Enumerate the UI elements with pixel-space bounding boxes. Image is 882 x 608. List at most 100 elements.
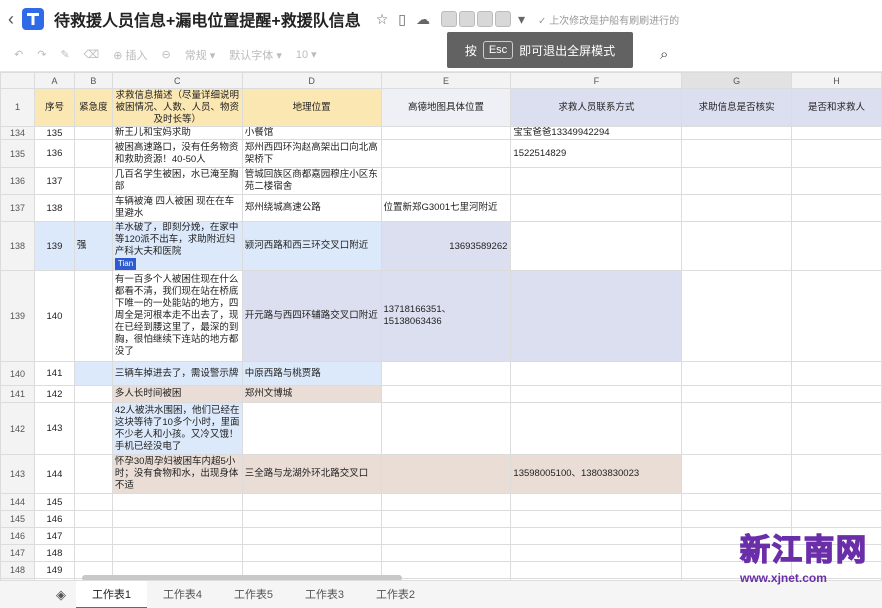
- tab-sheet4[interactable]: 工作表4: [147, 581, 218, 608]
- cell-contacted[interactable]: [791, 454, 882, 494]
- row-number[interactable]: 138: [0, 221, 35, 271]
- collaborator-avatars[interactable]: ▾: [440, 11, 530, 28]
- cell-seq[interactable]: 137: [33, 167, 75, 195]
- cell[interactable]: [510, 527, 683, 545]
- undo-icon[interactable]: ↶: [14, 48, 23, 61]
- cell-seq[interactable]: 145: [33, 493, 75, 511]
- cell[interactable]: [73, 510, 113, 528]
- row-number[interactable]: 142: [0, 402, 35, 455]
- row-number[interactable]: 139: [0, 270, 35, 362]
- cell[interactable]: [510, 493, 683, 511]
- cell-seq[interactable]: 147: [33, 527, 75, 545]
- cell[interactable]: [380, 510, 512, 528]
- cell-seq[interactable]: 149: [33, 561, 75, 579]
- cell-urgency[interactable]: 强: [73, 221, 113, 271]
- cell-seq[interactable]: 139: [33, 221, 75, 271]
- cell-contacted[interactable]: [791, 194, 882, 222]
- cell-map-location[interactable]: [380, 402, 512, 455]
- cell-seq[interactable]: 141: [33, 361, 75, 386]
- avatar[interactable]: [476, 11, 493, 27]
- cell-verified[interactable]: [681, 270, 793, 362]
- cell-seq[interactable]: 138: [33, 194, 75, 222]
- tab-sheet5[interactable]: 工作表5: [218, 581, 289, 608]
- clear-format-icon[interactable]: ⌫: [84, 48, 100, 61]
- cell[interactable]: [681, 493, 793, 511]
- cell[interactable]: [73, 527, 113, 545]
- cell-verified[interactable]: [681, 126, 793, 140]
- insert-button[interactable]: ⊕ 插入: [113, 47, 147, 63]
- cell-contacted[interactable]: [791, 361, 882, 386]
- cell-urgency[interactable]: [73, 167, 113, 195]
- cell[interactable]: [510, 544, 683, 562]
- cell-seq[interactable]: 144: [33, 454, 75, 494]
- cell-description[interactable]: 羊水破了，即刻分娩，在家中等120派不出车，求助附近妇产科大夫和医院 Tian: [111, 221, 243, 271]
- avatar[interactable]: [458, 11, 475, 27]
- star-icon[interactable]: ☆: [376, 11, 389, 28]
- header-cell-location[interactable]: 地理位置: [241, 88, 382, 127]
- document-info-icon[interactable]: ▯: [398, 11, 406, 28]
- row-number[interactable]: 134: [0, 126, 35, 140]
- header-cell-contact[interactable]: 求救人员联系方式: [510, 88, 683, 127]
- cell[interactable]: [241, 544, 382, 562]
- delete-icon[interactable]: ⊖: [162, 48, 171, 61]
- cell-location[interactable]: 郑州西四环沟赵高架出口向北高架桥下: [241, 139, 382, 168]
- column-header[interactable]: C: [111, 72, 243, 89]
- cell-verified[interactable]: [681, 194, 793, 222]
- cell[interactable]: [380, 527, 512, 545]
- cell[interactable]: [791, 493, 882, 511]
- cell-urgency[interactable]: [73, 126, 113, 140]
- row-number[interactable]: 136: [0, 167, 35, 195]
- number-format-select[interactable]: 常规 ▾: [185, 47, 216, 63]
- cell-location[interactable]: 郑州文博城: [241, 385, 382, 403]
- cell-location[interactable]: 三全路与龙湖外环北路交叉口: [241, 454, 382, 494]
- cell-seq[interactable]: 146: [33, 510, 75, 528]
- cell-map-location[interactable]: [380, 139, 512, 168]
- cell-seq[interactable]: 143: [33, 402, 75, 455]
- cell-description[interactable]: 怀孕30周孕妇被困车内超5小时；没有食物和水，出现身体不适: [111, 454, 243, 494]
- row-number[interactable]: 146: [0, 527, 35, 545]
- cell-contacted[interactable]: [791, 270, 882, 362]
- column-header[interactable]: H: [791, 72, 882, 89]
- header-cell-verified[interactable]: 求助信息是否核实: [681, 88, 793, 127]
- cell-location[interactable]: 中原西路与桃贾路: [241, 361, 382, 386]
- cell-map-location[interactable]: [380, 454, 512, 494]
- cell[interactable]: [111, 493, 243, 511]
- row-number[interactable]: 145: [0, 510, 35, 528]
- cell-contact[interactable]: [510, 385, 683, 403]
- cell[interactable]: [111, 544, 243, 562]
- cell[interactable]: [73, 493, 113, 511]
- chevron-down-icon[interactable]: ▾: [518, 11, 525, 28]
- cell-map-location[interactable]: [380, 385, 512, 403]
- cell-contact[interactable]: [510, 167, 683, 195]
- cell[interactable]: [510, 510, 683, 528]
- cell-contacted[interactable]: [791, 126, 882, 140]
- row-number[interactable]: 147: [0, 544, 35, 562]
- header-cell-map-location[interactable]: 高德地图具体位置: [380, 88, 512, 127]
- column-header[interactable]: D: [241, 72, 382, 89]
- cloud-status-icon[interactable]: ☁: [416, 11, 430, 28]
- cell-location[interactable]: [241, 402, 382, 455]
- cell-contacted[interactable]: [791, 221, 882, 271]
- cell-seq[interactable]: 135: [33, 126, 75, 140]
- tab-sheet1[interactable]: 工作表1: [76, 580, 147, 608]
- column-header[interactable]: F: [510, 72, 683, 89]
- cell-seq[interactable]: 140: [33, 270, 75, 362]
- font-select[interactable]: 默认字体 ▾: [229, 47, 282, 63]
- sheet-grid[interactable]: A B C D E F G H 1 序号 紧急度 求救信息描述（尽量详细说明被困…: [0, 72, 882, 580]
- cell-map-location[interactable]: [380, 167, 512, 195]
- cell-verified[interactable]: [681, 139, 793, 168]
- avatar[interactable]: [494, 11, 511, 27]
- cell-verified[interactable]: [681, 454, 793, 494]
- cell[interactable]: [111, 527, 243, 545]
- cell-urgency[interactable]: [73, 139, 113, 168]
- row-number[interactable]: 137: [0, 194, 35, 222]
- cell[interactable]: [510, 561, 683, 579]
- column-header[interactable]: G: [681, 72, 793, 89]
- cell-map-location[interactable]: 位置新郑G3001七里河附近: [380, 194, 512, 222]
- cell-contact[interactable]: [510, 194, 683, 222]
- cell-verified[interactable]: [681, 402, 793, 455]
- cell-contacted[interactable]: [791, 385, 882, 403]
- cell-location[interactable]: 小餐馆: [241, 126, 382, 140]
- cell-map-location[interactable]: 13718166351、15138063436: [380, 270, 512, 362]
- cell-verified[interactable]: [681, 385, 793, 403]
